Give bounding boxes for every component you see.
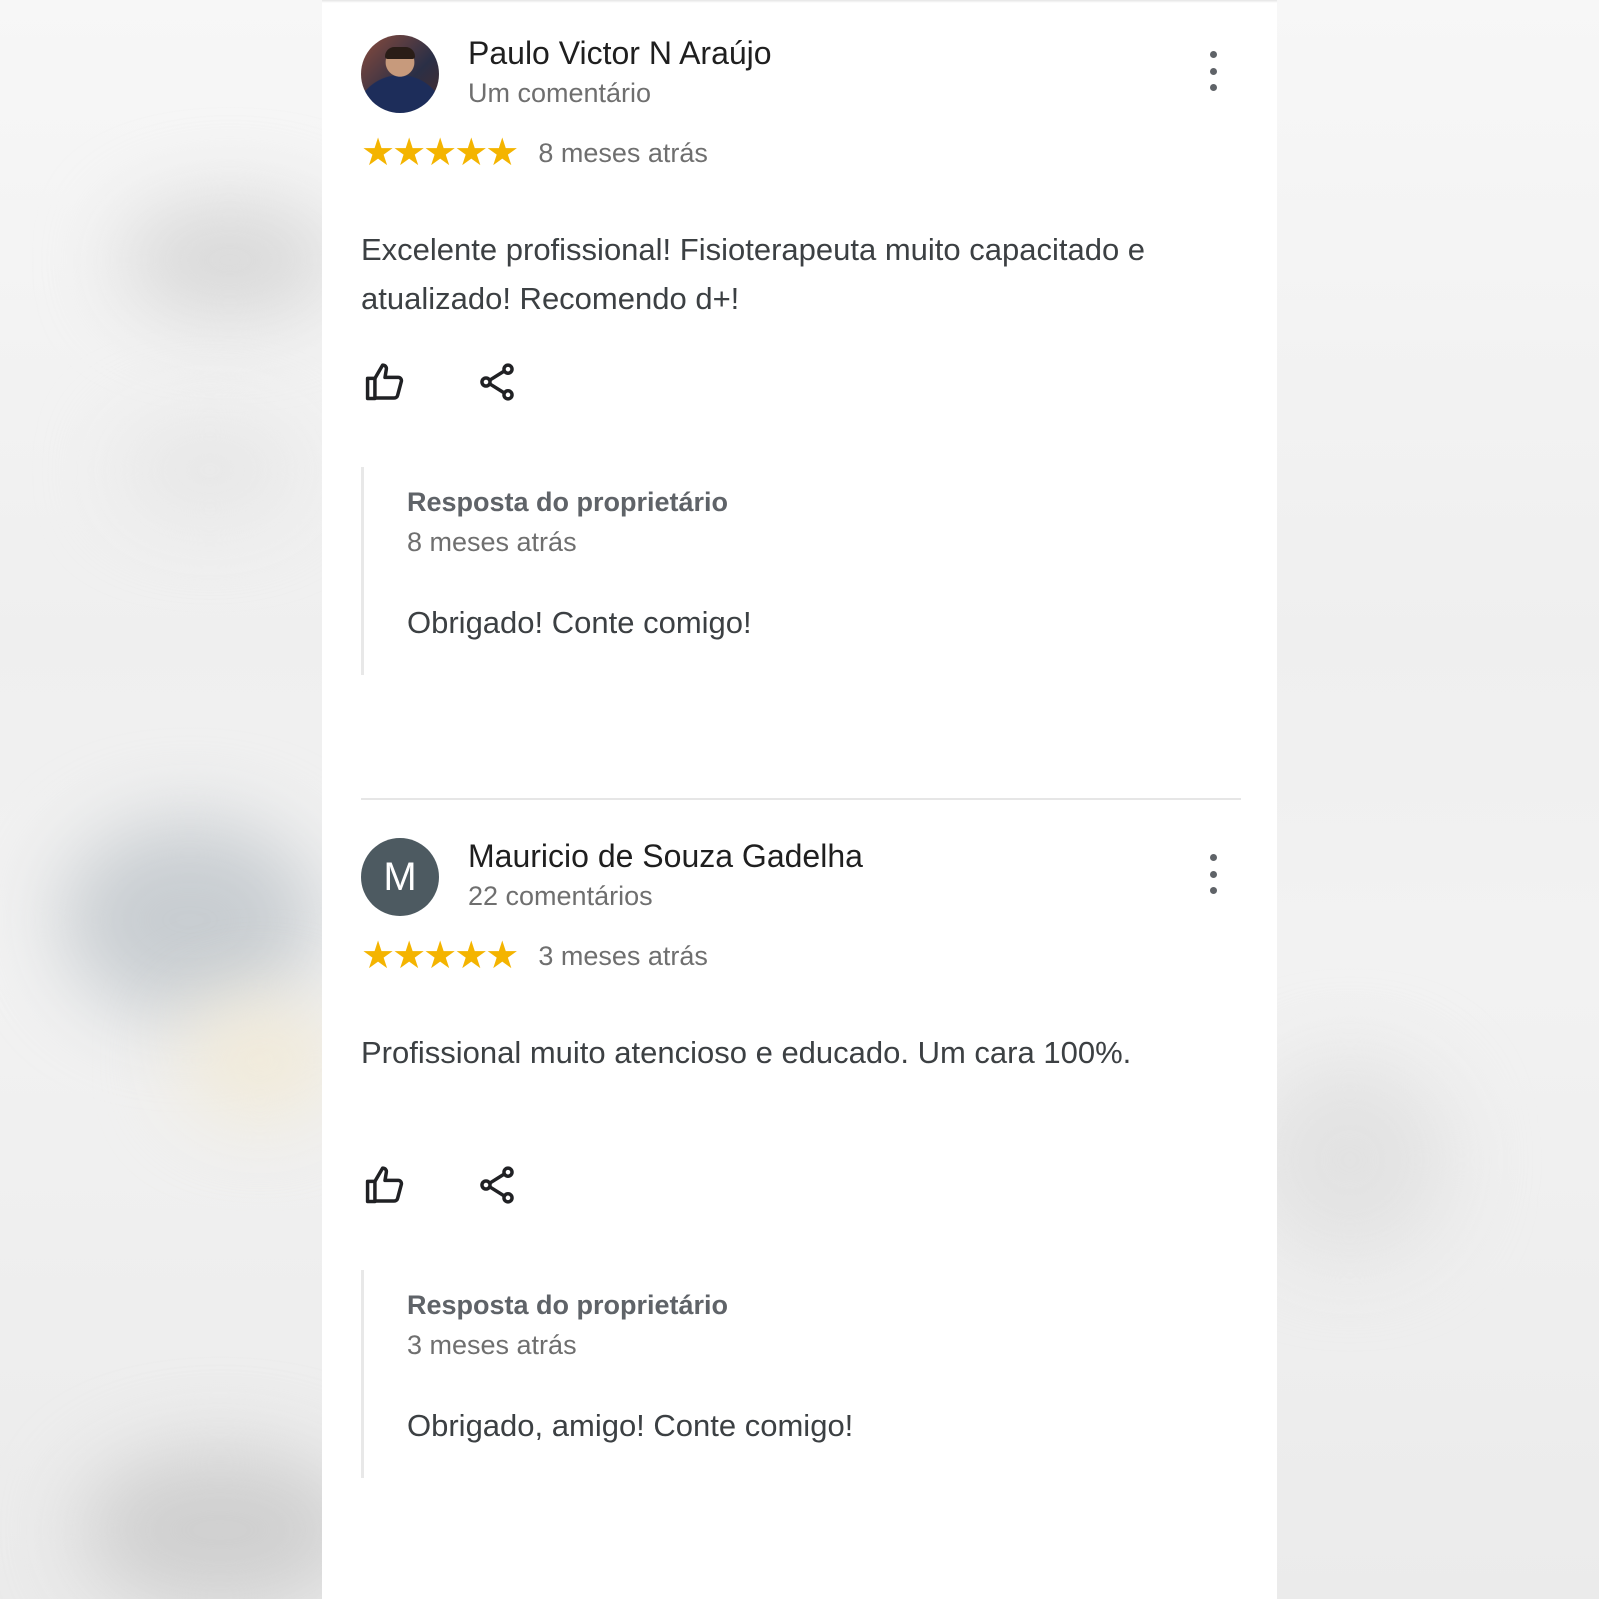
reviewer-name[interactable]: Mauricio de Souza Gadelha: [468, 838, 863, 875]
more-vert-icon[interactable]: [1205, 51, 1221, 91]
review-card: M Mauricio de Souza Gadelha 22 comentári…: [361, 838, 1241, 1478]
reviewer-review-count: Um comentário: [468, 78, 652, 108]
review-text: Profissional muito atencioso e educado. …: [361, 1035, 1132, 1070]
review-card: Paulo Victor N Araújo Um comentário ★★★★…: [361, 35, 1241, 675]
thumbs-up-icon[interactable]: [361, 1161, 409, 1209]
owner-reply-time: 8 meses atrás: [407, 527, 577, 557]
review-time: 8 meses atrás: [538, 137, 708, 168]
review-actions: [361, 357, 521, 407]
star-rating: ★★★★★: [361, 132, 519, 174]
rating-row: ★★★★★ 8 meses atrás: [361, 133, 708, 173]
thumbs-up-icon[interactable]: [361, 358, 409, 406]
review-text: Excelente profissional! Fisioterapeuta m…: [361, 232, 1146, 316]
owner-reply: Resposta do proprietário 8 meses atrás O…: [361, 467, 1204, 675]
owner-reply-text: Obrigado, amigo! Conte comigo!: [407, 1408, 854, 1443]
star-rating: ★★★★★: [361, 935, 519, 977]
review-actions: [361, 1160, 521, 1210]
owner-reply-title: Resposta do proprietário: [407, 487, 729, 517]
reviewer-avatar[interactable]: [361, 35, 439, 113]
owner-reply: Resposta do proprietário 3 meses atrás O…: [361, 1270, 1204, 1478]
more-vert-icon[interactable]: [1205, 854, 1221, 894]
share-icon[interactable]: [473, 1161, 521, 1209]
rating-row: ★★★★★ 3 meses atrás: [361, 936, 708, 976]
panel-top-edge: [322, 0, 1277, 3]
reviewer-review-count: 22 comentários: [468, 881, 653, 911]
reviewer-name[interactable]: Paulo Victor N Araújo: [468, 35, 772, 72]
owner-reply-time: 3 meses atrás: [407, 1330, 577, 1360]
review-time: 3 meses atrás: [538, 940, 708, 971]
owner-reply-title: Resposta do proprietário: [407, 1290, 729, 1320]
owner-reply-text: Obrigado! Conte comigo!: [407, 605, 752, 640]
reviewer-avatar[interactable]: M: [361, 838, 439, 916]
review-divider: [361, 798, 1241, 800]
share-icon[interactable]: [473, 358, 521, 406]
